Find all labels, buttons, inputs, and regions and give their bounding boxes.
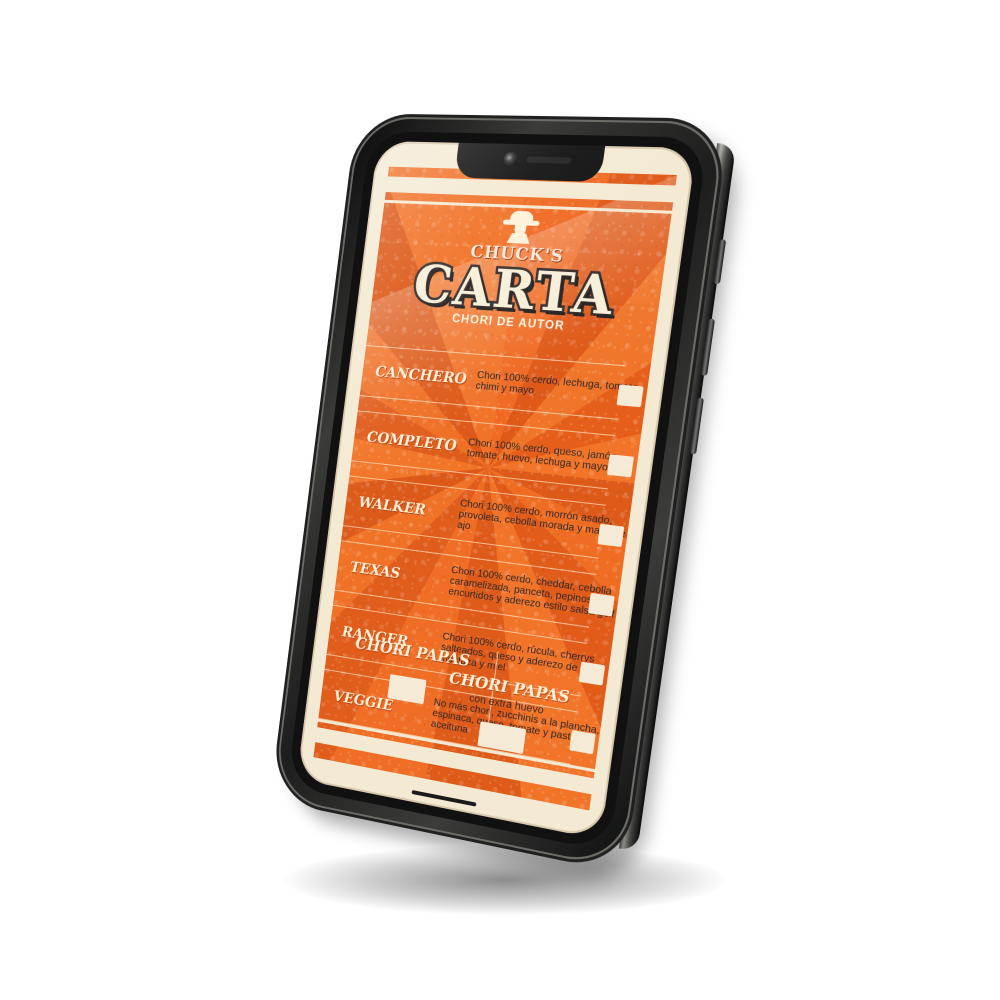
top-cream-band [386, 176, 676, 202]
price-box [607, 454, 634, 477]
phone-notch [454, 142, 605, 182]
menu-item-name: COMPLETO [353, 429, 466, 455]
price-box [616, 385, 643, 408]
home-indicator [412, 790, 477, 807]
menu-title: CARTA [402, 260, 628, 323]
menu-card: CHUCK'S CARTA CHORI DE AUTOR CANCHERO Ch… [313, 167, 677, 811]
phone-device: CHUCK'S CARTA CHORI DE AUTOR CANCHERO Ch… [273, 116, 727, 870]
menu-item-name: TEXAS [336, 558, 448, 587]
speaker-grille [526, 156, 572, 163]
phone-body: CHUCK'S CARTA CHORI DE AUTOR CANCHERO Ch… [273, 116, 727, 870]
price-box [387, 674, 426, 704]
phone-menu-mockup: CHUCK'S CARTA CHORI DE AUTOR CANCHERO Ch… [0, 0, 1000, 1000]
phone-screen: CHUCK'S CARTA CHORI DE AUTOR CANCHERO Ch… [297, 141, 697, 840]
menu-header: CHUCK'S CARTA CHORI DE AUTOR [370, 206, 672, 340]
cowboy-logo-icon [500, 210, 541, 244]
menu-item-name: CANCHERO [361, 363, 475, 387]
menu-item-name: WALKER [344, 494, 457, 521]
phone-shadow [285, 845, 725, 915]
front-camera-icon [503, 152, 518, 166]
price-box [597, 524, 624, 547]
price-box [588, 593, 615, 617]
